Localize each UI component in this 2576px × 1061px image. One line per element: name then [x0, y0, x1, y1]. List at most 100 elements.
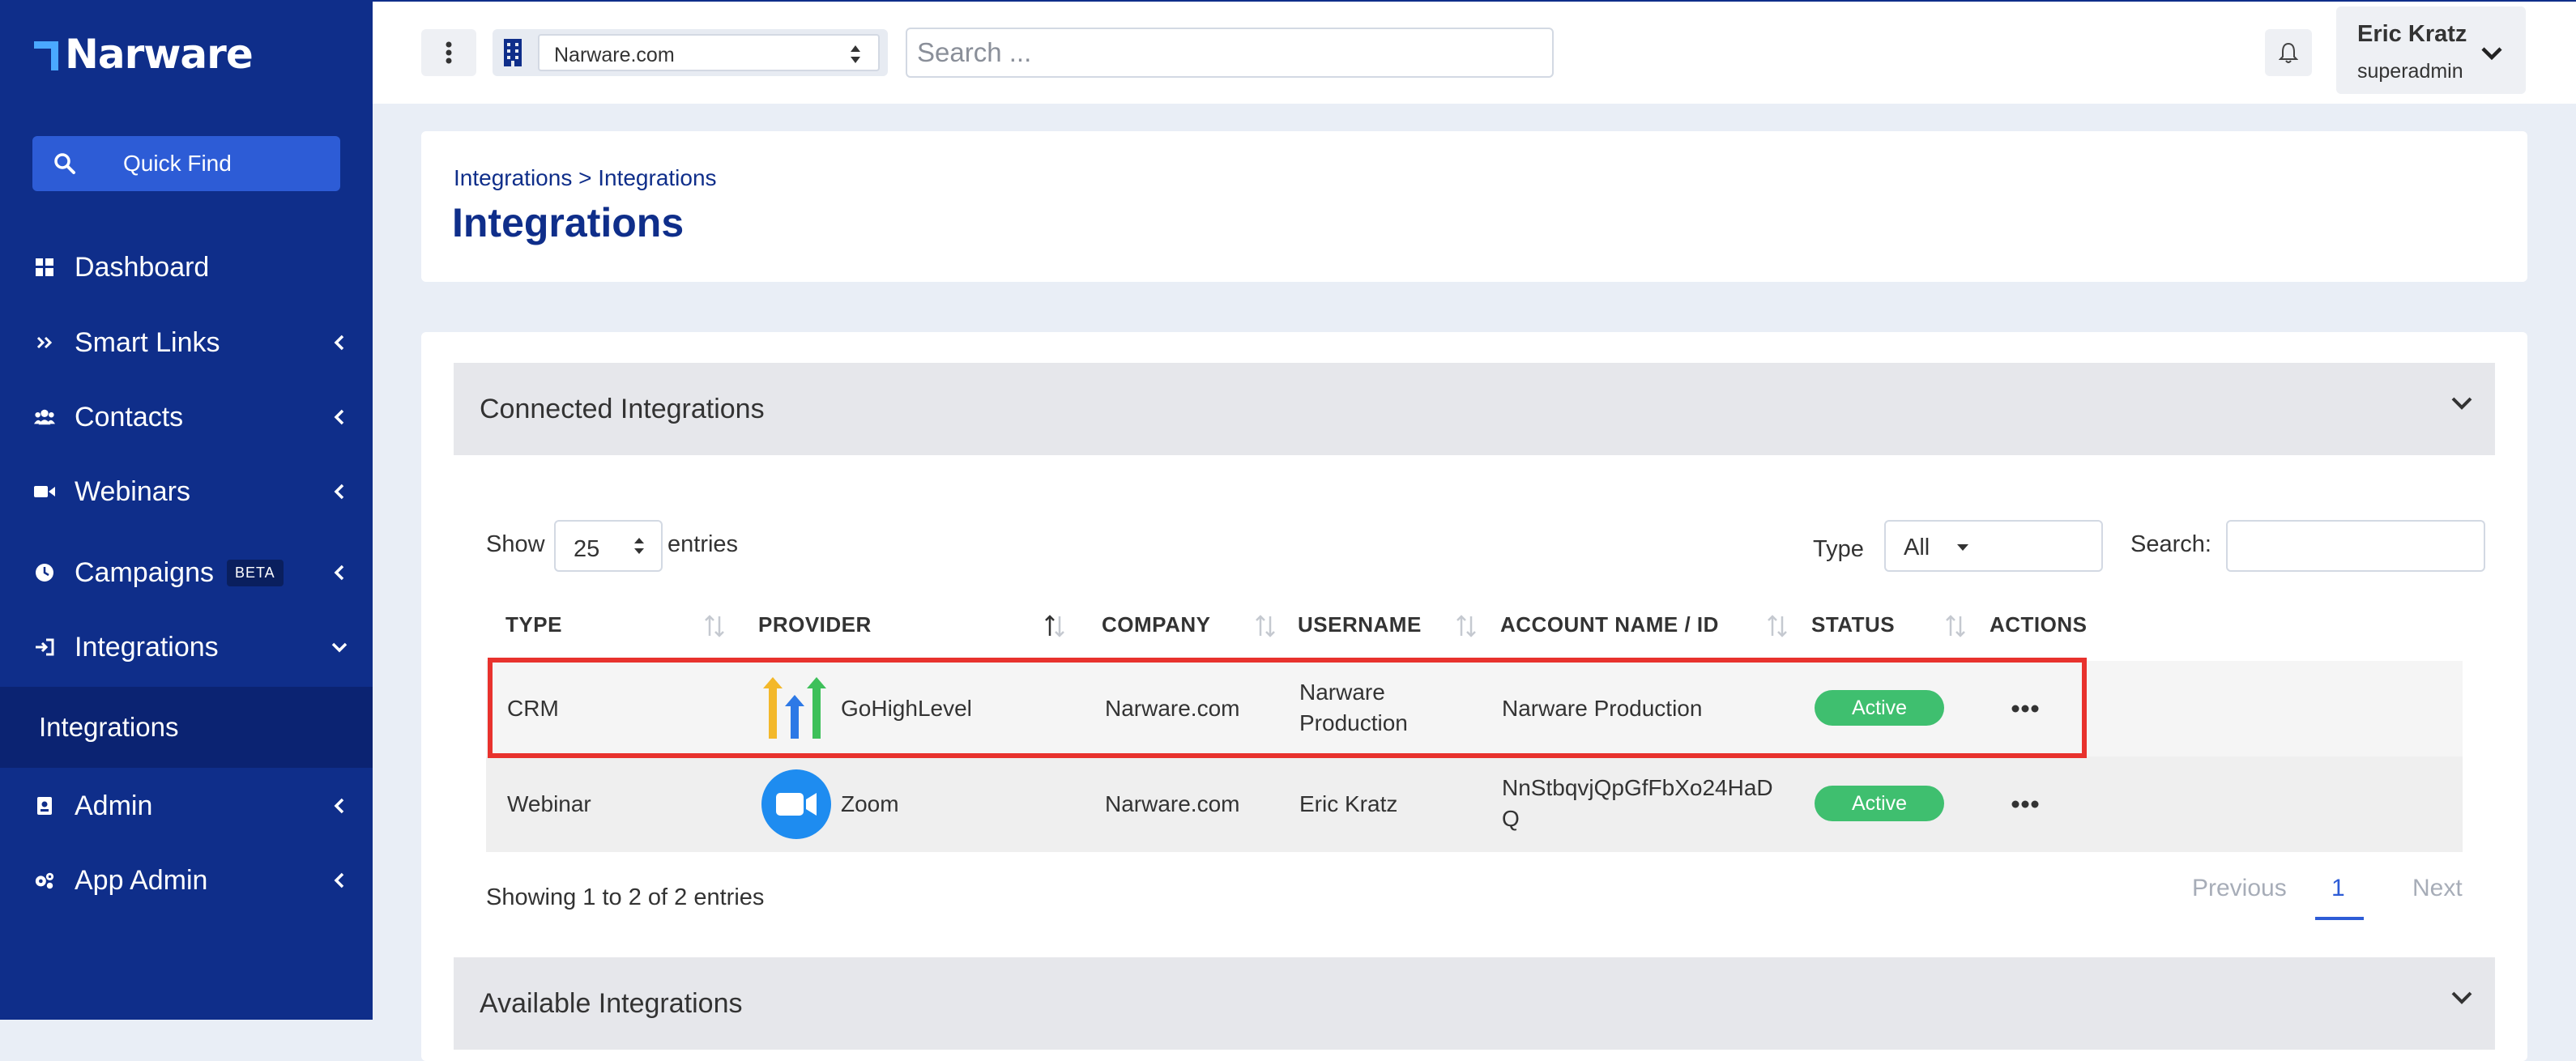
entries-select[interactable]: 25 [554, 520, 663, 572]
column-header-company[interactable]: COMPANY [1102, 612, 1210, 637]
sidebar-item-label: Admin [75, 790, 153, 821]
bell-icon [2279, 42, 2298, 63]
zoom-logo-icon [761, 769, 831, 839]
caret-down-icon [1957, 544, 1968, 551]
sort-icon[interactable] [703, 614, 726, 638]
organization-selector[interactable]: Narware.com [493, 29, 888, 76]
section-title: Connected Integrations [480, 394, 765, 424]
sidebar-item-label: Webinars [75, 475, 190, 507]
dashboard-icon [34, 257, 55, 278]
sidebar: Narware Quick Find Dashboard Smart Links… [0, 0, 373, 1020]
column-header-account[interactable]: ACCOUNT NAME / ID [1500, 612, 1719, 637]
show-label: Show [486, 531, 545, 557]
chevron-left-icon [334, 334, 344, 351]
sort-icon[interactable] [1944, 614, 1967, 638]
beta-badge: BETA [226, 559, 284, 586]
pagination-next[interactable]: Next [2412, 875, 2463, 902]
column-header-provider[interactable]: PROVIDER [758, 612, 872, 637]
sidebar-item-label: Integrations [75, 631, 219, 663]
table-header: TYPE PROVIDER COMPANY USERNAME ACCOUNT N… [486, 604, 2463, 653]
column-header-type[interactable]: TYPE [505, 612, 562, 637]
org-select[interactable]: Narware.com [538, 34, 880, 71]
user-role: superadmin [2357, 60, 2463, 83]
chevron-down-icon [2451, 991, 2472, 1004]
cell-account: NnStbqvjQpGfFbXo24HaDQ [1502, 775, 1773, 831]
clock-icon [34, 562, 55, 583]
global-search[interactable] [906, 28, 1554, 78]
chevron-left-icon [334, 872, 344, 888]
chevron-down-icon [331, 642, 348, 653]
sidebar-item-label: Campaigns [75, 556, 214, 588]
sidebar-item-label: Dashboard [75, 251, 210, 283]
sort-icon[interactable] [1455, 614, 1478, 638]
sidebar-item-label: Smart Links [75, 326, 220, 358]
sort-ascending-icon[interactable] [1043, 614, 1066, 638]
table-search-label: Search: [2130, 531, 2211, 557]
sidebar-item-campaigns[interactable]: Campaigns BETA [0, 544, 373, 601]
search-icon [54, 153, 75, 174]
chevron-down-icon [2481, 47, 2502, 61]
sidebar-subitem-label: Integrations [39, 712, 179, 742]
sidebar-item-label: App Admin [75, 864, 208, 896]
global-search-input[interactable] [915, 29, 1534, 76]
column-header-username[interactable]: USERNAME [1298, 612, 1422, 637]
kebab-menu-button[interactable] [421, 29, 476, 76]
sort-icon[interactable] [1254, 614, 1277, 638]
double-chevron-icon [34, 332, 55, 353]
cell-username: Eric Kratz [1299, 791, 1398, 816]
sidebar-item-integrations[interactable]: Integrations [0, 619, 373, 675]
sidebar-item-label: Contacts [75, 401, 184, 432]
select-arrows-icon [851, 45, 860, 63]
users-icon [34, 407, 55, 428]
building-icon [504, 39, 522, 66]
chevron-left-icon [334, 798, 344, 814]
id-badge-icon [34, 795, 55, 816]
sort-icon[interactable] [1766, 614, 1789, 638]
entries-select-value: 25 [574, 536, 600, 562]
connected-integrations-header[interactable]: Connected Integrations [454, 363, 2495, 455]
cell-type: Webinar [507, 791, 591, 816]
brand-name: Narware [65, 31, 254, 78]
table-row[interactable]: Webinar Zoom Narware.com Eric Kratz NnSt… [486, 756, 2463, 852]
quick-find-button[interactable]: Quick Find [32, 136, 340, 191]
type-filter-value: All [1904, 535, 1930, 560]
cell-provider: Zoom [841, 791, 899, 816]
sidebar-item-smart-links[interactable]: Smart Links [0, 314, 373, 371]
table-search-input[interactable] [2226, 520, 2485, 572]
highlight-box [488, 658, 2087, 758]
chevron-left-icon [334, 409, 344, 425]
chevron-left-icon [334, 484, 344, 500]
entries-label: entries [667, 531, 739, 557]
quick-find-label: Quick Find [123, 151, 232, 176]
sidebar-item-webinars[interactable]: Webinars [0, 463, 373, 520]
status-badge: Active [1815, 786, 1944, 821]
brand-logo[interactable]: Narware [34, 31, 254, 78]
sidebar-subitem-integrations[interactable]: Integrations [0, 687, 373, 768]
user-name: Eric Kratz [2357, 21, 2467, 47]
section-title: Available Integrations [480, 988, 743, 1019]
notifications-button[interactable] [2265, 29, 2312, 76]
column-header-actions: ACTIONS [1990, 612, 2088, 637]
sidebar-item-dashboard[interactable]: Dashboard [0, 239, 373, 296]
breadcrumb[interactable]: Integrations > Integrations [454, 165, 717, 191]
sidebar-item-app-admin[interactable]: App Admin [0, 852, 373, 909]
sidebar-item-admin[interactable]: Admin [0, 778, 373, 834]
cell-company: Narware.com [1105, 791, 1240, 816]
more-actions-icon[interactable] [2009, 799, 2041, 810]
gears-icon [34, 870, 55, 891]
select-arrows-icon [634, 538, 644, 554]
org-select-value: Narware.com [554, 44, 675, 66]
vertical-dots-icon [446, 41, 452, 64]
pagination-page-1[interactable]: 1 [2331, 875, 2345, 902]
available-integrations-header[interactable]: Available Integrations [454, 957, 2495, 1050]
sign-in-icon [34, 637, 55, 658]
page-title: Integrations [452, 200, 685, 245]
current-page-indicator [2315, 917, 2364, 920]
sidebar-item-contacts[interactable]: Contacts [0, 389, 373, 445]
column-header-status[interactable]: STATUS [1811, 612, 1895, 637]
top-bar: Narware.com Eric Kratz superadmin [373, 0, 2576, 104]
user-menu[interactable]: Eric Kratz superadmin [2336, 6, 2526, 94]
pagination-previous[interactable]: Previous [2192, 875, 2287, 902]
narware-logo-icon [34, 38, 58, 70]
type-filter-select[interactable]: All [1884, 520, 2103, 572]
